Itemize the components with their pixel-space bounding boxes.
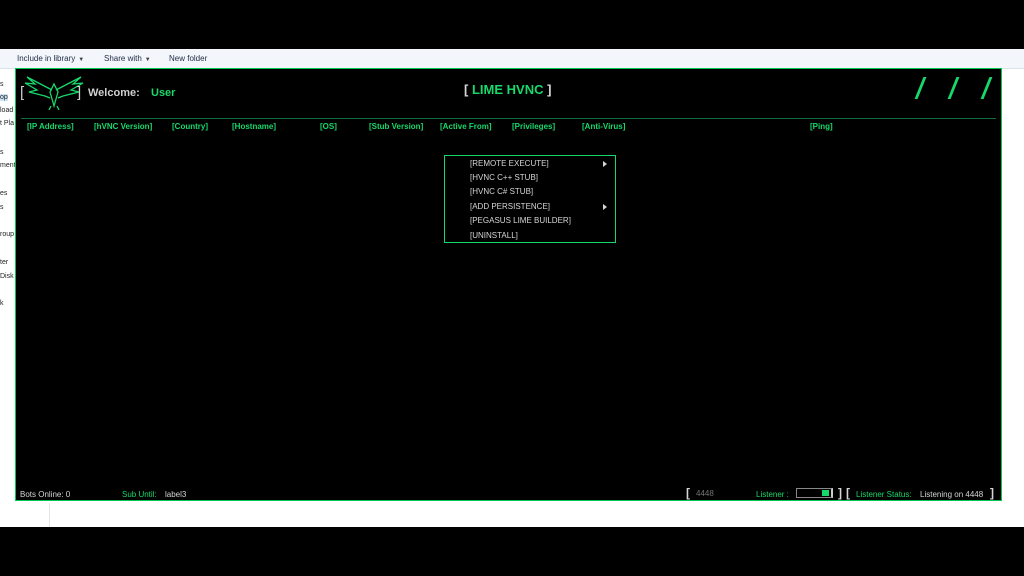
nav-item[interactable]: roup <box>0 231 14 238</box>
phoenix-logo-icon <box>24 76 84 110</box>
column-country[interactable]: [Country] <box>172 122 208 131</box>
nav-item[interactable]: s <box>0 149 4 156</box>
bracket-close: ] <box>838 486 842 500</box>
close-icon[interactable] <box>979 77 993 99</box>
minimize-icon[interactable] <box>913 77 927 99</box>
chevron-down-icon: ▼ <box>78 57 85 63</box>
include-in-library-button[interactable]: Include in library ▼ <box>17 54 84 63</box>
listener-label: Listener : <box>756 490 789 499</box>
menu-item-hvnc-cpp-stub[interactable]: [HVNC C++ STUB] <box>470 173 538 182</box>
column-stub-version[interactable]: [Stub Version] <box>369 122 423 131</box>
menu-item-hvnc-csharp-stub[interactable]: [HVNC C# STUB] <box>470 187 533 196</box>
app-title: [ LIME HVNC ] <box>464 82 551 97</box>
nav-item[interactable]: Disk <box>0 273 14 280</box>
menu-item-pegasus-lime-builder[interactable]: [PEGASUS LIME BUILDER] <box>470 216 571 225</box>
nav-item[interactable]: es <box>0 190 7 197</box>
toggle-knob <box>822 490 829 496</box>
port-input[interactable] <box>696 488 744 499</box>
menu-item-remote-execute[interactable]: [REMOTE EXECUTE] <box>470 159 549 168</box>
sub-until-label: Sub Until: <box>122 490 157 499</box>
username: User <box>151 87 176 99</box>
column-ping[interactable]: [Ping] <box>810 122 833 131</box>
nav-item[interactable]: s <box>0 81 4 88</box>
divider <box>49 503 50 527</box>
share-with-label: Share with <box>104 54 142 63</box>
nav-item[interactable]: op <box>0 94 8 101</box>
share-with-button[interactable]: Share with ▼ <box>104 54 151 63</box>
bracket-close: ] <box>547 82 552 97</box>
bots-online-count: Bots Online: 0 <box>20 490 71 499</box>
nav-item[interactable]: ter <box>0 259 8 266</box>
listener-toggle[interactable] <box>796 488 833 498</box>
column-ip-address[interactable]: [IP Address] <box>27 122 74 131</box>
nav-item[interactable]: k <box>0 300 4 307</box>
sub-until-value: label3 <box>165 490 187 499</box>
column-os[interactable]: [OS] <box>320 122 337 131</box>
column-privileges[interactable]: [Privileges] <box>512 122 555 131</box>
lime-hvnc-window: [ ] Welcome: User [ LIME HVNC ] [IP Addr… <box>15 68 1002 501</box>
app-title-text: LIME HVNC <box>471 82 544 97</box>
bracket-open: [ <box>464 82 469 97</box>
listener-status-value: Listening on 4448 <box>920 490 984 499</box>
menu-item-add-persistence[interactable]: [ADD PERSISTENCE] <box>470 202 550 211</box>
column-hostname[interactable]: [Hostname] <box>232 122 276 131</box>
explorer-toolbar: Include in library ▼ Share with ▼ New fold… <box>0 49 1024 69</box>
column-active-from[interactable]: [Active From] <box>440 122 492 131</box>
welcome-label: Welcome: <box>88 87 140 99</box>
nav-item[interactable]: t Pla <box>0 120 14 127</box>
explorer-nav-pane: s op load t Pla s ment es s roup ter Dis… <box>0 68 16 527</box>
column-anti-virus[interactable]: [Anti-Virus] <box>582 122 625 131</box>
bracket-close: ] <box>990 486 994 500</box>
nav-item[interactable]: s <box>0 204 4 211</box>
nav-item[interactable]: load <box>0 107 13 114</box>
listener-status-label: Listener Status: <box>856 490 912 499</box>
bracket-open: [ <box>846 486 850 500</box>
menu-item-uninstall[interactable]: [UNINSTALL] <box>470 231 518 240</box>
column-hvnc-version[interactable]: [hVNC Version] <box>94 122 152 131</box>
chevron-down-icon: ▼ <box>144 57 151 63</box>
header-divider <box>21 118 996 119</box>
bracket-close: ] <box>77 84 82 101</box>
window-controls <box>913 77 993 99</box>
nav-item[interactable]: ment <box>0 162 16 169</box>
include-in-library-label: Include in library <box>17 54 76 63</box>
maximize-icon[interactable] <box>946 77 960 99</box>
bracket-open: [ <box>686 486 690 500</box>
context-menu: [REMOTE EXECUTE] [HVNC C++ STUB] [HVNC C… <box>444 155 616 243</box>
submenu-arrow-icon <box>603 161 607 167</box>
submenu-arrow-icon <box>603 204 607 210</box>
new-folder-button[interactable]: New folder <box>169 54 207 63</box>
